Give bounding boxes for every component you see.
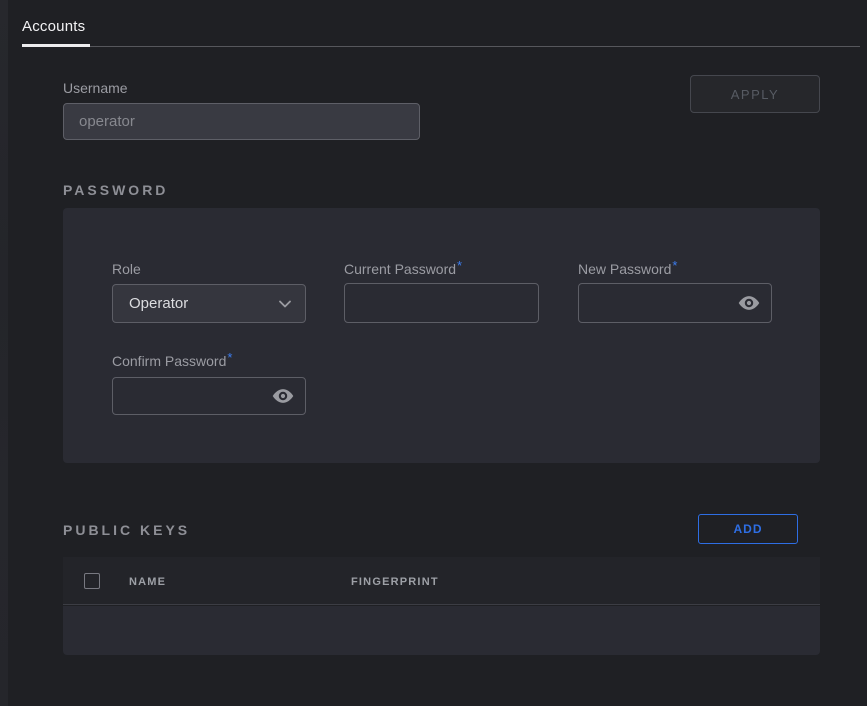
current-password-input[interactable] (344, 283, 539, 323)
confirm-password-label: Confirm Password* (112, 353, 232, 369)
select-all-checkbox[interactable] (84, 573, 100, 589)
role-select[interactable]: Operator (112, 284, 306, 323)
required-marker: * (457, 258, 462, 273)
active-tab-underline (22, 44, 90, 47)
username-input[interactable] (63, 103, 420, 140)
column-header-fingerprint: FINGERPRINT (351, 576, 439, 588)
chevron-down-icon (279, 300, 291, 308)
show-password-eye-icon[interactable] (738, 296, 760, 311)
current-password-label-text: Current Password (344, 261, 456, 277)
password-card: Role Operator Current Password* New Pass… (63, 208, 820, 463)
role-select-value: Operator (129, 295, 188, 312)
decorative-left-strip (0, 0, 8, 706)
tab-bar-divider (22, 46, 860, 47)
show-password-eye-icon[interactable] (272, 389, 294, 404)
confirm-password-label-text: Confirm Password (112, 353, 226, 369)
required-marker: * (227, 350, 232, 365)
password-section-title: PASSWORD (63, 182, 168, 198)
current-password-label: Current Password* (344, 261, 462, 277)
required-marker: * (672, 258, 677, 273)
new-password-label: New Password* (578, 261, 677, 277)
public-keys-table-empty-body (63, 606, 820, 655)
current-password-field-wrap (344, 283, 539, 323)
column-header-name: NAME (129, 576, 166, 588)
apply-button[interactable]: APPLY (690, 75, 820, 113)
new-password-field-wrap (578, 283, 772, 323)
public-keys-table-header: NAME FINGERPRINT (63, 557, 820, 605)
tab-accounts[interactable]: Accounts (22, 18, 85, 35)
role-label: Role (112, 261, 141, 277)
username-label: Username (63, 80, 128, 96)
accounts-settings-page: Accounts Username APPLY PASSWORD Role Op… (0, 0, 867, 706)
confirm-password-field-wrap (112, 377, 306, 415)
public-keys-section-title: PUBLIC KEYS (63, 522, 190, 538)
add-public-key-button[interactable]: ADD (698, 514, 798, 544)
new-password-label-text: New Password (578, 261, 671, 277)
